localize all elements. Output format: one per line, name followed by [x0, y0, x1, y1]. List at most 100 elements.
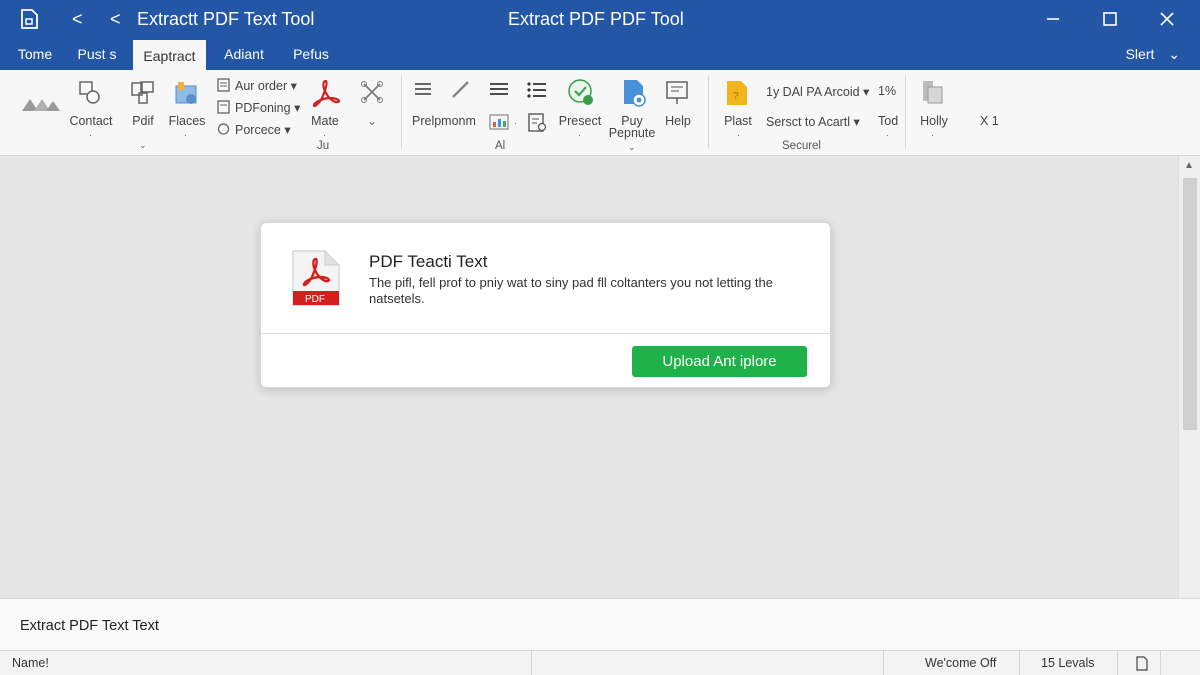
status-bar: Name! We'come Off 15 Levals [0, 650, 1200, 675]
status-separator [531, 651, 532, 675]
group-label-ju: Ju [317, 140, 330, 152]
tab-eaptract[interactable]: Eaptract [133, 38, 206, 70]
pdfoning-icon [217, 100, 230, 114]
chart-icon[interactable] [489, 113, 509, 131]
pen-icon[interactable] [450, 80, 472, 100]
puy-caret-icon[interactable]: ⌄ [628, 142, 636, 153]
minimize-icon[interactable] [1042, 8, 1064, 30]
bottom-panel: Extract PDF Text Text [0, 598, 1200, 650]
flaces-button[interactable]: Flaces [166, 114, 208, 128]
tod-button[interactable]: Tod [878, 114, 898, 128]
document-icon[interactable] [18, 8, 40, 30]
pdf-file-icon: PDF [292, 250, 340, 306]
tab-pefus[interactable]: Pefus [282, 38, 340, 70]
pdf-caret-icon[interactable]: ⌄ [139, 140, 147, 151]
mate-caret: · [323, 130, 326, 140]
align-icon[interactable] [414, 82, 432, 98]
font-select[interactable]: 1y DAl PA Arcoid ▾ [766, 84, 869, 99]
forward-icon[interactable]: < [110, 8, 121, 30]
acrobat-icon[interactable] [310, 78, 342, 108]
status-separator [883, 651, 884, 675]
font-select-value: 1y DAl PA Arcoid [766, 85, 860, 99]
prelpmonm-button[interactable]: Prelpmonm [412, 114, 476, 128]
shapes-icon[interactable] [22, 98, 60, 112]
chart-caret: · [514, 118, 517, 128]
slert-dropdown[interactable]: Slert ⌄ [1126, 38, 1180, 70]
aut-order-dropdown[interactable]: Aur order ▾ [235, 78, 297, 93]
porcece-label: Porcece [235, 123, 281, 137]
holly-button[interactable]: Holly [912, 114, 956, 128]
scroll-up-icon[interactable]: ▲ [1184, 160, 1194, 171]
vertical-scrollbar[interactable]: ▲ [1178, 156, 1200, 598]
plast-button[interactable]: Plast [718, 114, 758, 128]
tod-caret: · [886, 130, 889, 140]
holly-icon[interactable] [920, 78, 946, 108]
title-bar: < < Extractt PDF Text Tool Extract PDF P… [0, 0, 1200, 38]
close-icon[interactable] [1156, 8, 1178, 30]
dialog-divider [261, 333, 832, 334]
status-separator [1019, 651, 1020, 675]
ribbon-separator [401, 76, 402, 148]
dialog-description: The pifl, fell prof to pniy wat to siny … [369, 275, 773, 306]
dialog-title: PDF Teacti Text [369, 252, 488, 271]
pepnute-label: Pepnute [608, 126, 656, 140]
plast-icon[interactable]: ? [725, 79, 749, 107]
status-separator [1160, 651, 1161, 675]
contact-icon[interactable] [78, 80, 102, 106]
bottom-panel-text: Extract PDF Text Text [20, 618, 159, 634]
chevron-down-icon: ⌄ [1168, 46, 1180, 62]
porcece-dropdown[interactable]: Porcece ▾ [235, 122, 291, 137]
document-title: Extractt PDF Text Tool [137, 9, 315, 29]
status-separator [1117, 651, 1118, 675]
svg-text:?: ? [733, 91, 739, 102]
tab-pust-s[interactable]: Pust s [68, 38, 126, 70]
percent-value[interactable]: 1% [878, 84, 896, 98]
maximize-icon[interactable] [1099, 8, 1121, 30]
status-levels[interactable]: 15 Levals [1041, 656, 1095, 670]
status-welcome[interactable]: We'come Off [925, 656, 996, 670]
slert-label: Slert [1125, 46, 1155, 62]
bullet-list-icon[interactable] [527, 81, 547, 99]
list-icon[interactable] [489, 82, 509, 98]
upload-button[interactable]: Upload Ant iplore [632, 346, 807, 377]
porcece-icon [217, 123, 230, 135]
group-label-securel: Securel [782, 140, 821, 152]
pdf-tool-icon[interactable] [130, 80, 156, 106]
ribbon-separator [708, 76, 709, 148]
search-document-icon[interactable] [527, 112, 549, 134]
presect-button[interactable]: Presect [556, 114, 604, 128]
plast-caret: · [737, 130, 740, 140]
help-icon[interactable] [665, 80, 689, 106]
group-label-al: Al [495, 140, 506, 152]
sersct-label: Sersct to Acartl [766, 115, 851, 129]
contact-caret: · [89, 130, 92, 140]
pdfoning-dropdown[interactable]: PDFoning ▾ [235, 100, 300, 115]
pdfoning-label: PDFoning [235, 101, 291, 115]
flaces-icon[interactable] [173, 80, 199, 106]
tools-icon[interactable] [360, 80, 384, 104]
app-title: Extract PDF PDF Tool [508, 9, 684, 29]
sersct-dropdown[interactable]: Sersct to Acartl ▾ [766, 114, 860, 129]
ribbon-separator [905, 76, 906, 148]
back-icon[interactable]: < [72, 8, 83, 30]
presect-caret: · [578, 130, 581, 140]
status-name: Name! [12, 656, 49, 670]
help-button[interactable]: Help [657, 114, 699, 128]
x1-value[interactable]: X 1 [980, 114, 999, 128]
tab-tome[interactable]: Tome [8, 38, 62, 70]
puy-icon[interactable] [621, 78, 647, 108]
page-icon[interactable] [1136, 656, 1148, 671]
flaces-caret: · [184, 130, 187, 140]
scroll-thumb[interactable] [1183, 178, 1197, 430]
tab-adiant[interactable]: Adiant [214, 38, 274, 70]
presect-icon[interactable] [567, 78, 595, 106]
ribbon-toolbar: Contact · Pdif ⌄ Flaces · Aur order ▾ PD… [0, 70, 1200, 156]
upload-dialog: PDF PDF Teacti Text The pifl, fell prof … [260, 222, 832, 388]
pdf-button[interactable]: Pdif [124, 114, 162, 128]
menu-tabs: Tome Pust s Eaptract Adiant Pefus Slert … [0, 38, 1200, 70]
tools-caret-icon[interactable]: ⌄ [367, 114, 377, 128]
mate-button[interactable]: Mate [304, 114, 346, 128]
contact-button[interactable]: Contact [66, 114, 116, 128]
aut-order-label: Aur order [235, 79, 288, 93]
aut-order-icon [217, 78, 230, 92]
